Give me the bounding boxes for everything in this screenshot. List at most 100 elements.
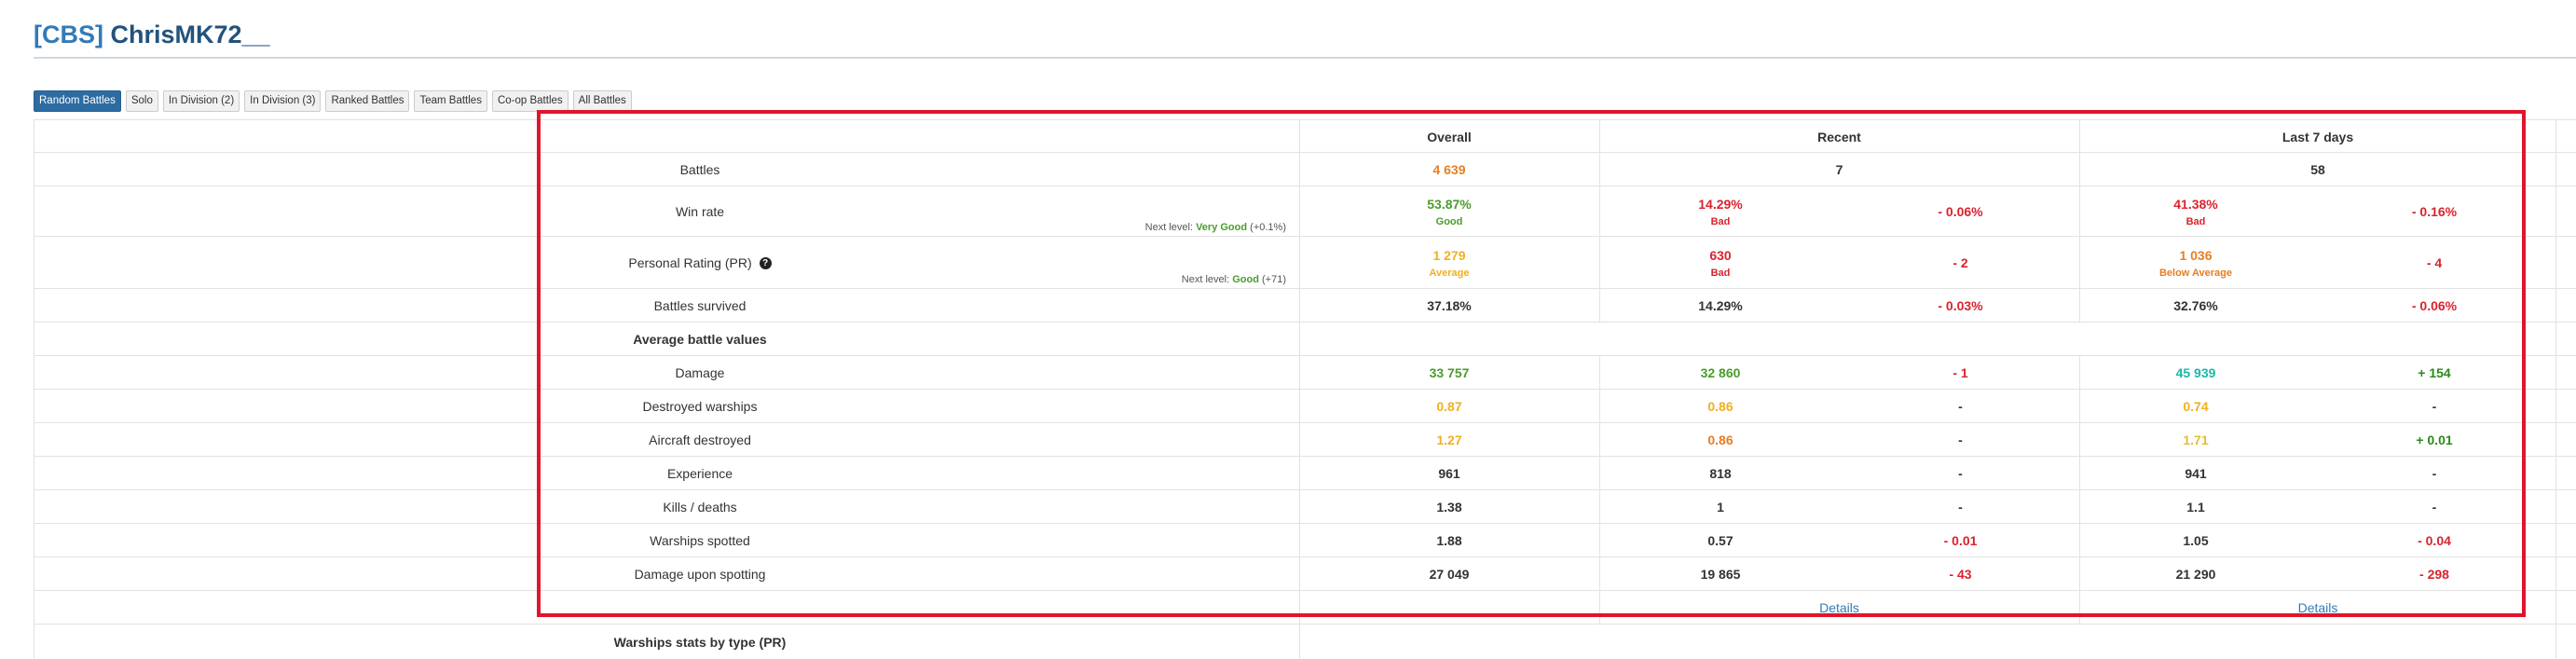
table-row: Details Details (34, 590, 2576, 625)
kd-last7-diff: - (2432, 500, 2437, 515)
pr-recent: 630 Bad (1709, 247, 1732, 279)
kd-recent-diff: - (1958, 500, 1963, 515)
row-label-pr: Personal Rating (PR)? (551, 237, 849, 289)
tab-all-battles[interactable]: All Battles (572, 90, 632, 112)
row-label-spotted: Warships spotted (650, 533, 750, 548)
table-row: Battles survived 37.18% 14.29% - 0.03% 3… (34, 288, 2576, 323)
tab-in-division-3[interactable]: In Division (3) (244, 90, 322, 112)
tab-solo[interactable]: Solo (125, 90, 158, 112)
experience-recent-diff: - (1958, 466, 1963, 481)
row-label-winrate: Win rate (675, 204, 725, 219)
survived-last7: 32.76% (2173, 298, 2218, 313)
battle-type-tabs: Random Battles Solo In Division (2) In D… (34, 90, 632, 112)
row-label-aircraft: Aircraft destroyed (649, 432, 751, 447)
damage-overall: 33 757 (1429, 365, 1470, 380)
winrate-last7: 41.38% Bad (2173, 196, 2218, 227)
row-label-damage: Damage (675, 365, 725, 380)
tab-coop-battles[interactable]: Co-op Battles (491, 90, 569, 112)
spotting-damage-last7-diff: - 298 (2419, 567, 2449, 582)
table-row: Warships spotted 1.88 0.57 - 0.01 1.05 -… (34, 523, 2576, 557)
help-icon[interactable]: ? (759, 256, 772, 269)
spotted-recent-diff: - 0.01 (1943, 533, 1978, 548)
table-row: Experience 961 818 - 941 - (34, 456, 2576, 490)
winrate-recent: 14.29% Bad (1698, 196, 1743, 227)
tab-random-battles[interactable]: Random Battles (34, 90, 121, 112)
spotting-damage-overall: 27 049 (1429, 567, 1470, 582)
destroyed-last7: 0.74 (2183, 399, 2209, 414)
survived-overall: 37.18% (1427, 298, 1472, 313)
table-row: Damage upon spotting 27 049 19 865 - 43 … (34, 556, 2576, 591)
pr-last7: 1 036 Below Average (2158, 247, 2233, 279)
table-row: Destroyed warships 0.87 0.86 - 0.74 - (34, 389, 2576, 423)
destroyed-overall: 0.87 (1436, 399, 1462, 414)
survived-last7-diff: - 0.06% (2411, 298, 2458, 313)
section-average-battle-values: Average battle values (633, 332, 767, 347)
col-header-last7: Last 7 days (2281, 129, 2354, 144)
spotting-damage-recent: 19 865 (1700, 567, 1741, 582)
aircraft-recent-diff: - (1958, 432, 1963, 447)
damage-recent: 32 860 (1700, 365, 1741, 380)
player-title: [CBS] ChrisMK72__ (34, 21, 270, 49)
table-row: Win rate Next level: Very Good (+0.1%) 5… (34, 185, 2576, 237)
spotted-last7: 1.05 (2183, 533, 2209, 548)
table-header-row: Overall Recent Last 7 days (34, 119, 2576, 153)
tab-team-battles[interactable]: Team Battles (414, 90, 487, 112)
destroyed-recent-diff: - (1958, 399, 1963, 414)
row-label-experience: Experience (666, 466, 733, 481)
row-label-destroyed: Destroyed warships (642, 399, 758, 414)
details-link-recent[interactable]: Details (1599, 591, 2079, 625)
battles-recent: 7 (1835, 162, 1843, 177)
table-row: Battles 4 639 7 58 (34, 152, 2576, 186)
title-divider (34, 57, 2576, 59)
kd-last7: 1.1 (2186, 500, 2205, 515)
pr-overall: 1 279 Average (1429, 247, 1470, 279)
tab-in-division-2[interactable]: In Division (2) (162, 90, 240, 112)
clan-tag[interactable]: [CBS] (34, 21, 103, 48)
pr-next-level: Next level: Good (+71) (1181, 274, 1286, 285)
player-name: ChrisMK72__ (110, 21, 270, 48)
damage-recent-diff: - 1 (1953, 365, 1968, 380)
experience-last7-diff: - (2432, 466, 2437, 481)
stats-table: Overall Recent Last 7 days Battles 4 639… (34, 119, 2576, 659)
winrate-recent-diff: - 0.06% (1938, 204, 1983, 219)
row-label-spotting-damage: Damage upon spotting (634, 567, 766, 582)
spotting-damage-last7: 21 290 (2175, 567, 2216, 582)
section-warships-by-type: Warships stats by type (PR) (613, 634, 787, 650)
pr-recent-diff: - 2 (1953, 255, 1968, 270)
spotted-recent: 0.57 (1707, 533, 1733, 548)
kd-recent: 1 (1717, 500, 1724, 515)
experience-recent: 818 (1709, 466, 1732, 481)
table-row: Kills / deaths 1.38 1 - 1.1 - (34, 489, 2576, 524)
winrate-last7-diff: - 0.16% (2411, 204, 2458, 219)
experience-overall: 961 (1438, 466, 1460, 481)
col-header-recent: Recent (1817, 129, 1861, 144)
damage-last7-diff: + 154 (2418, 365, 2451, 380)
section-header-row: Average battle values (34, 322, 2576, 356)
destroyed-last7-diff: - (2432, 399, 2437, 414)
kd-overall: 1.38 (1436, 500, 1462, 515)
tab-ranked-battles[interactable]: Ranked Battles (325, 90, 410, 112)
winrate-next-level: Next level: Very Good (+0.1%) (1144, 222, 1286, 233)
destroyed-recent: 0.86 (1707, 399, 1733, 414)
spotted-last7-diff: - 0.04 (2418, 533, 2451, 548)
details-link-last7[interactable]: Details (2079, 591, 2556, 625)
experience-last7: 941 (2185, 466, 2207, 481)
row-label-kd: Kills / deaths (663, 500, 737, 515)
battles-last7: 58 (2310, 162, 2325, 177)
spotting-damage-recent-diff: - 43 (1949, 567, 1972, 582)
table-row: Damage 33 757 32 860 - 1 45 939 + 154 (34, 355, 2576, 390)
aircraft-last7: 1.71 (2183, 432, 2209, 447)
survived-recent-diff: - 0.03% (1938, 298, 1983, 313)
aircraft-last7-diff: + 0.01 (2416, 432, 2453, 447)
aircraft-overall: 1.27 (1436, 432, 1462, 447)
damage-last7: 45 939 (2175, 365, 2216, 380)
battles-overall: 4 639 (1432, 162, 1466, 177)
aircraft-recent: 0.86 (1707, 432, 1733, 447)
winrate-overall: 53.87% Good (1427, 196, 1472, 227)
pr-last7-diff: - 4 (2426, 255, 2443, 270)
row-label-survived: Battles survived (653, 298, 747, 313)
spotted-overall: 1.88 (1436, 533, 1462, 548)
table-row: Warships stats by type (PR) (34, 624, 2576, 659)
table-row: Personal Rating (PR)? Next level: Good (… (34, 236, 2576, 289)
col-header-overall: Overall (1427, 129, 1472, 144)
